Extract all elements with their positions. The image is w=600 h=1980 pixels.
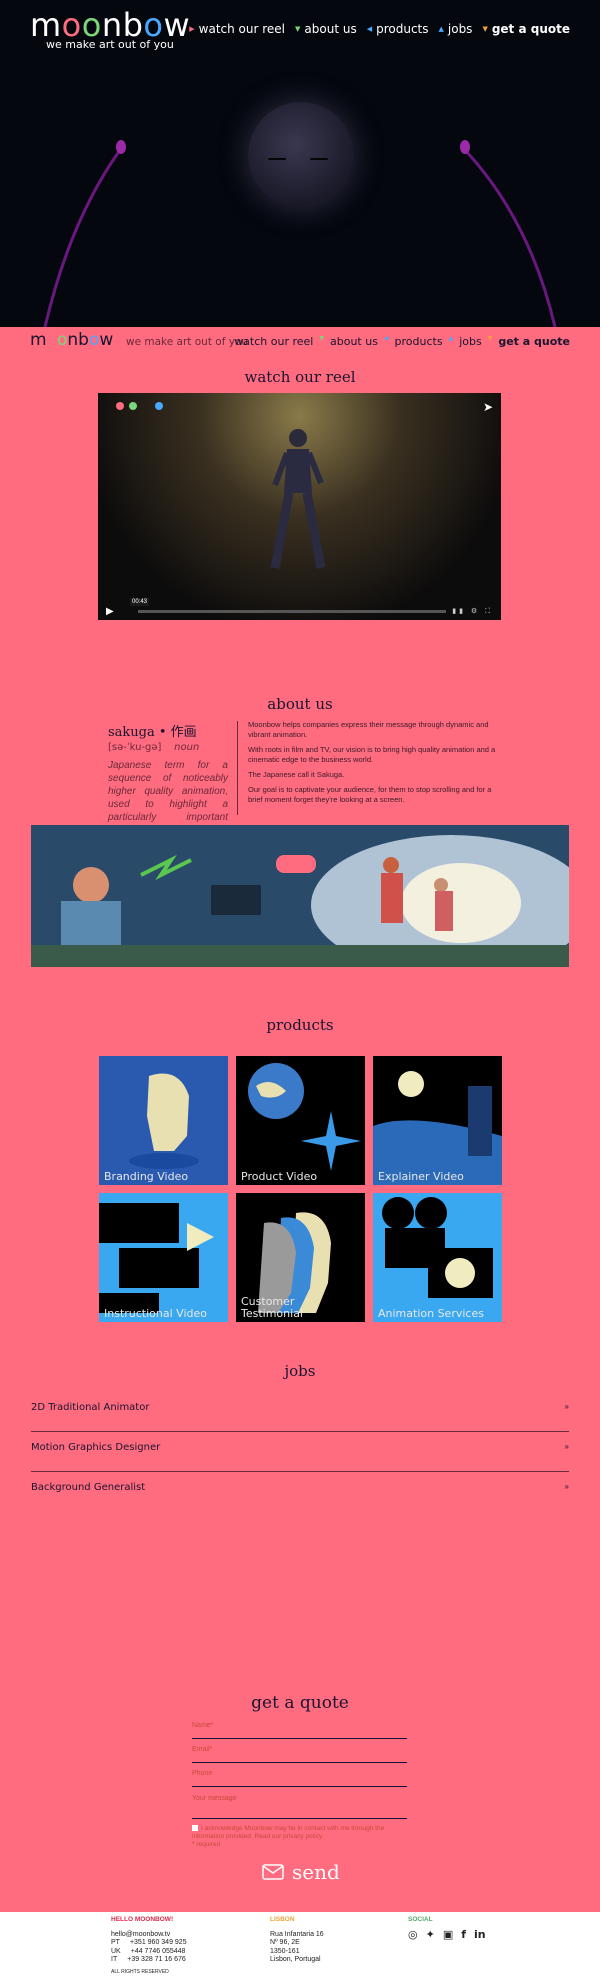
footer-social: SOCIAL ◎ ✦ ▣ f in bbox=[408, 1916, 486, 1941]
nav-reel[interactable]: ▶ watch our reel bbox=[189, 22, 285, 36]
window-dots bbox=[116, 402, 163, 410]
share-icon[interactable]: ➤ bbox=[483, 400, 493, 414]
arrow-icon: ▼ bbox=[295, 25, 301, 33]
footer-email-link[interactable]: hello@moonbow.tv bbox=[111, 1931, 187, 1940]
send-button[interactable]: send bbox=[262, 1860, 340, 1884]
moon-eye bbox=[310, 158, 328, 160]
footer: HELLO MOONBOW! hello@moonbow.tv PT +351 9… bbox=[0, 1912, 600, 1980]
arrow-icon: ◀ bbox=[383, 335, 389, 342]
envelope-icon bbox=[262, 1864, 284, 1880]
arrow-icon: ▲ bbox=[448, 335, 454, 342]
footer-address: LISBON Rua Infantaria 16 Nº 96, 2E 1350-… bbox=[270, 1916, 324, 1963]
instagram-icon[interactable]: ◎ bbox=[408, 1929, 418, 1939]
video-controls: ▶ 00:43 ▮▮ ⚙ ⛶ bbox=[98, 598, 501, 620]
branding-illustration bbox=[99, 1056, 228, 1185]
reel-video-player[interactable]: ➤ ▶ 00:43 ▮▮ ⚙ ⛶ bbox=[98, 393, 501, 620]
product-card-testimonial[interactable]: Customer Testimonial bbox=[236, 1193, 365, 1322]
bar-nav-products[interactable]: products bbox=[395, 335, 443, 348]
instructional-illustration bbox=[99, 1193, 228, 1322]
name-field[interactable]: Name* bbox=[192, 1722, 407, 1739]
animation-services-illustration bbox=[373, 1193, 502, 1322]
product-card-instructional[interactable]: Instructional Video bbox=[99, 1193, 228, 1322]
bar-nav: watch our reel ▼ about us ◀ products ▲ j… bbox=[234, 335, 570, 348]
vimeo-icon[interactable]: ▣ bbox=[443, 1929, 453, 1939]
email-field[interactable]: Email* bbox=[192, 1746, 407, 1763]
video-timestamp: 00:43 bbox=[130, 598, 150, 606]
moon-character bbox=[248, 102, 354, 208]
arrow-icon: ◀ bbox=[366, 25, 373, 33]
about-text: Moonbow helps companies express their me… bbox=[248, 720, 496, 804]
section-title-about: about us bbox=[267, 695, 333, 713]
sakuga-phonetic: [sə-ˈku-gə] noun bbox=[108, 742, 200, 753]
chevron-down-icon[interactable]: » bbox=[565, 1442, 569, 1451]
product-illustration bbox=[236, 1056, 365, 1185]
footer-contact: HELLO MOONBOW! hello@moonbow.tv PT +351 9… bbox=[111, 1916, 187, 1975]
nav-products[interactable]: ◀ products bbox=[367, 22, 429, 36]
arrow-icon: ▼ bbox=[482, 25, 488, 33]
arrow-icon: ▼ bbox=[487, 335, 493, 342]
facebook-icon[interactable]: f bbox=[461, 1929, 466, 1939]
nav-quote[interactable]: ▼ get a quote bbox=[482, 22, 570, 36]
moon-eye bbox=[268, 158, 286, 160]
nav-jobs[interactable]: ▲ jobs bbox=[439, 22, 473, 36]
bar-nav-quote[interactable]: get a quote bbox=[498, 335, 570, 348]
section-title-reel: watch our reel bbox=[244, 368, 356, 386]
job-item[interactable]: Motion Graphics Designer » bbox=[31, 1432, 569, 1472]
arrow-icon: ▼ bbox=[319, 335, 324, 342]
explainer-illustration bbox=[373, 1056, 502, 1185]
hero: moonbow we make art out of you ▶ watch ou… bbox=[0, 0, 600, 327]
video-progress-track[interactable] bbox=[137, 609, 447, 613]
product-card-explainer[interactable]: Explainer Video bbox=[373, 1056, 502, 1185]
dot-blue bbox=[155, 402, 163, 410]
tagline: we make art out of you bbox=[46, 38, 174, 51]
chevron-down-icon[interactable]: » bbox=[565, 1482, 569, 1491]
sticky-nav-bar: moonbow we make art out of you watch our… bbox=[0, 327, 600, 357]
bar-nav-jobs[interactable]: jobs bbox=[459, 335, 482, 348]
dancer-figure bbox=[270, 429, 326, 569]
job-item[interactable]: Background Generalist » bbox=[31, 1472, 569, 1512]
play-icon[interactable]: ▶ bbox=[106, 606, 114, 617]
arrow-icon: ▶ bbox=[189, 25, 195, 33]
bar-nav-about[interactable]: about us bbox=[330, 335, 378, 348]
section-title-quote: get a quote bbox=[251, 1693, 349, 1713]
phone-field[interactable]: Phone bbox=[192, 1770, 407, 1787]
product-card-animation-services[interactable]: Animation Services bbox=[373, 1193, 502, 1322]
dot-green bbox=[129, 402, 137, 410]
checkbox[interactable] bbox=[192, 1825, 198, 1832]
bar-tagline: we make art out of you bbox=[126, 336, 249, 348]
job-item[interactable]: 2D Traditional Animator » bbox=[31, 1392, 569, 1432]
twitter-icon[interactable]: ✦ bbox=[426, 1929, 435, 1939]
bar-logo[interactable]: moonbow bbox=[30, 330, 113, 350]
nav-about[interactable]: ▼ about us bbox=[295, 22, 357, 36]
linkedin-icon[interactable]: in bbox=[474, 1929, 486, 1939]
chevron-down-icon[interactable]: » bbox=[565, 1402, 569, 1411]
dot-pink bbox=[116, 402, 124, 410]
message-field[interactable]: Your message bbox=[192, 1795, 407, 1819]
consent-checkbox[interactable]: I acknowledge Moonbow may be in contact … bbox=[192, 1825, 412, 1849]
bar-nav-reel[interactable]: watch our reel bbox=[234, 335, 313, 348]
film-crew-illustration bbox=[31, 825, 569, 967]
product-card-product[interactable]: Product Video bbox=[236, 1056, 365, 1185]
arrow-icon: ▲ bbox=[438, 25, 444, 33]
sakuga-word: sakuga • 作画 bbox=[108, 725, 197, 740]
video-settings-icons[interactable]: ▮▮ ⚙ ⛶ bbox=[452, 607, 493, 616]
product-card-branding[interactable]: Branding Video bbox=[99, 1056, 228, 1185]
divider bbox=[237, 721, 238, 815]
sakuga-definition: sakuga • 作画 [sə-ˈku-gə] noun Japanese te… bbox=[108, 721, 228, 837]
section-title-products: products bbox=[266, 1016, 334, 1034]
section-title-jobs: jobs bbox=[284, 1362, 316, 1380]
main-nav: ▶ watch our reel ▼ about us ◀ products ▲ job… bbox=[189, 22, 570, 36]
